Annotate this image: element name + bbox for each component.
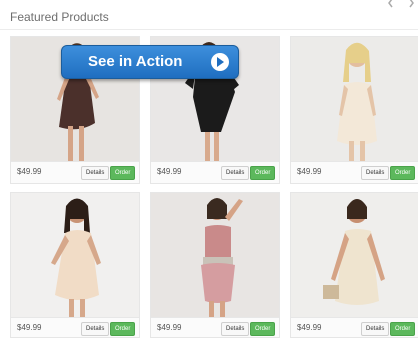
details-button[interactable]: Details <box>361 166 390 180</box>
product-photo[interactable] <box>151 193 279 317</box>
product-bar: $49.99 Details Order <box>291 161 418 183</box>
details-button[interactable]: Details <box>221 322 250 336</box>
order-button[interactable]: Order <box>250 166 276 180</box>
product-bar: $49.99 Details Order <box>11 161 139 183</box>
details-button[interactable]: Details <box>81 166 110 180</box>
play-icon <box>211 53 229 71</box>
product-card[interactable]: $49.99 Details Order <box>150 192 280 338</box>
product-card[interactable]: $49.99 Details Order <box>290 36 418 184</box>
details-button[interactable]: Details <box>81 322 110 336</box>
order-button[interactable]: Order <box>110 322 136 336</box>
order-button[interactable]: Order <box>390 166 416 180</box>
header-divider <box>0 29 418 30</box>
product-photo[interactable] <box>291 37 418 161</box>
price: $49.99 <box>157 323 182 332</box>
product-bar: $49.99 Details Order <box>151 161 279 183</box>
price: $49.99 <box>157 167 182 176</box>
carousel-nav-icon[interactable] <box>388 0 414 8</box>
see-in-action-label: See in Action <box>88 53 183 70</box>
order-button[interactable]: Order <box>390 322 416 336</box>
product-card[interactable]: $49.99 Details Order <box>290 192 418 338</box>
price: $49.99 <box>297 323 322 332</box>
price: $49.99 <box>17 323 42 332</box>
product-card[interactable]: $49.99 Details Order <box>10 192 140 338</box>
order-button[interactable]: Order <box>110 166 136 180</box>
see-in-action-button[interactable]: See in Action <box>61 45 239 79</box>
section-title: Featured Products <box>10 10 109 24</box>
details-button[interactable]: Details <box>361 322 390 336</box>
product-bar: $49.99 Details Order <box>11 317 139 337</box>
product-bar: $49.99 Details Order <box>151 317 279 337</box>
order-button[interactable]: Order <box>250 322 276 336</box>
product-photo[interactable] <box>11 193 139 317</box>
product-photo[interactable] <box>291 193 418 317</box>
price: $49.99 <box>297 167 322 176</box>
details-button[interactable]: Details <box>221 166 250 180</box>
product-bar: $49.99 Details Order <box>291 317 418 337</box>
price: $49.99 <box>17 167 42 176</box>
